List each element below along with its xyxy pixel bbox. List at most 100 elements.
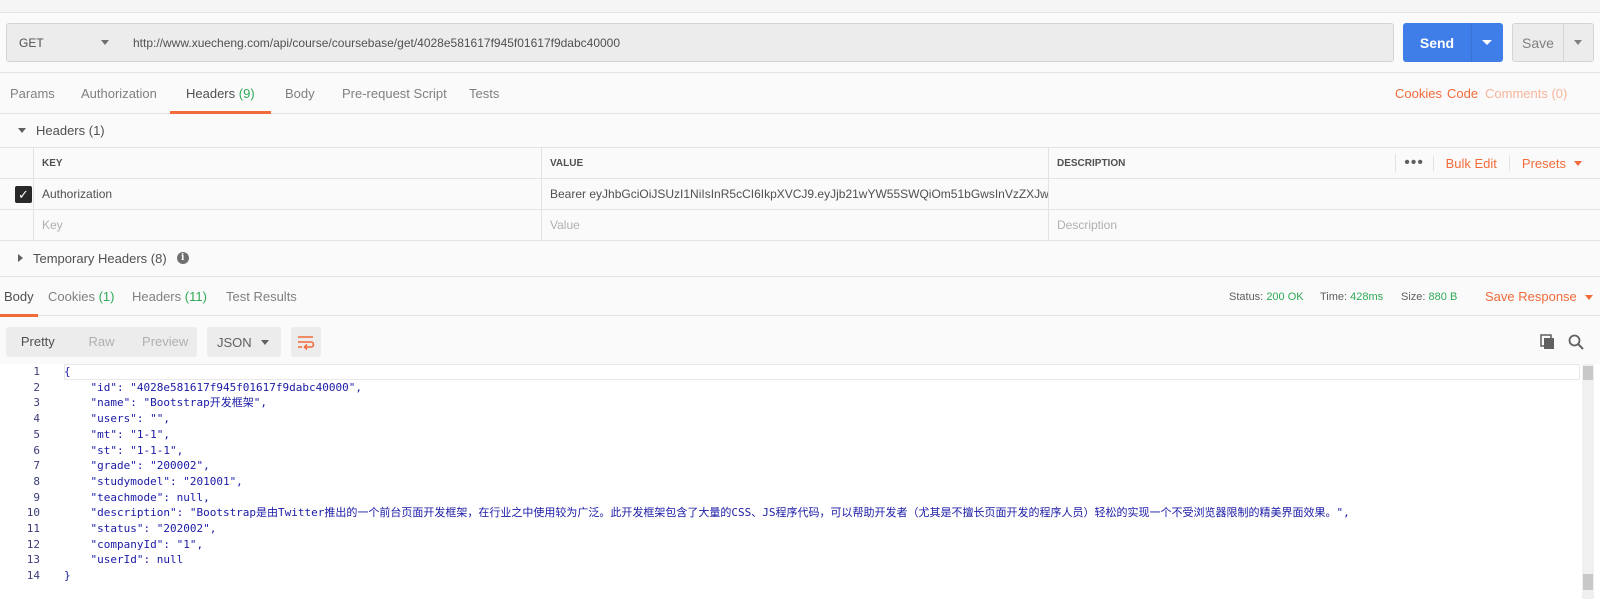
code-line: 9 "teachmode": null, — [0, 490, 1582, 506]
tab-label: Headers — [132, 289, 182, 304]
bulk-edit-link[interactable]: Bulk Edit — [1432, 155, 1509, 171]
comments-link[interactable]: Comments (0) — [1485, 74, 1567, 114]
send-divider — [1471, 23, 1472, 62]
table-row-new: Key Value Description — [0, 210, 1600, 241]
view-preview[interactable]: Preview — [133, 327, 197, 357]
code-text: "teachmode": null, — [64, 490, 210, 504]
line-number: 5 — [33, 427, 40, 441]
code-line: 2 "id": "4028e581617f945f01617f9dabc4000… — [0, 380, 1582, 396]
info-icon[interactable]: i — [176, 252, 189, 264]
tab-test-results[interactable]: Test Results — [226, 277, 297, 316]
new-description-input[interactable]: Description — [1048, 210, 1600, 240]
header-enabled-checkbox[interactable]: ✓ — [15, 186, 32, 203]
code-text: "users": "", — [64, 412, 170, 426]
line-number: 1 — [33, 365, 40, 378]
line-number: 13 — [26, 553, 40, 567]
code-line: 8 "studymodel": "201001", — [0, 474, 1582, 490]
code-line: 10 "description": "Bootstrap是由Twitter推出的… — [0, 505, 1582, 521]
code-text: "userId": null — [64, 553, 184, 567]
header-key-cell[interactable]: Authorization — [33, 179, 542, 209]
chevron-down-icon — [1584, 294, 1593, 300]
tab-response-body[interactable]: Body — [0, 277, 38, 317]
save-divider — [1563, 24, 1564, 61]
tab-label: Pre-request Script — [342, 86, 447, 101]
tab-label: Test Results — [226, 289, 297, 304]
status-label: Status: — [1229, 291, 1264, 303]
chevron-down-icon — [1574, 160, 1582, 166]
response-body-editor[interactable]: 1{2 "id": "4028e581617f945f01617f9dabc40… — [0, 364, 1600, 599]
copy-icon[interactable] — [1540, 334, 1556, 350]
send-button[interactable]: Send — [1403, 23, 1503, 62]
time-readout: Time: 428ms — [1320, 277, 1383, 317]
code-text: "name": "Bootstrap开发框架", — [64, 396, 267, 410]
tab-count: (1) — [98, 289, 115, 304]
tab-count: (11) — [184, 289, 207, 304]
tab-pre-request-script[interactable]: Pre-request Script — [342, 74, 447, 113]
request-tabs: Params Authorization Headers (9) Body Pr… — [0, 74, 1600, 114]
more-options-icon[interactable]: ••• — [1394, 154, 1433, 172]
format-select[interactable]: JSON — [207, 327, 281, 357]
send-options-chevron-icon[interactable] — [1482, 40, 1492, 45]
code-text: "companyId": "1", — [64, 537, 204, 551]
format-label: JSON — [217, 334, 252, 350]
new-value-input[interactable]: Value — [541, 210, 1049, 240]
code-text: } — [64, 569, 71, 583]
status-readout: Status: 200 OK — [1229, 277, 1304, 317]
table-row: ✓ Authorization Bearer eyJhbGciOiJSUzI1N… — [0, 179, 1600, 210]
tab-tests[interactable]: Tests — [469, 74, 499, 113]
time-label: Time: — [1320, 291, 1348, 303]
caret-right-icon — [18, 254, 23, 262]
code-text: "mt": "1-1", — [64, 427, 170, 441]
url-input[interactable]: http://www.xuecheng.com/api/course/cours… — [121, 23, 1394, 62]
tab-response-cookies[interactable]: Cookies (1) — [48, 277, 114, 316]
tab-response-headers[interactable]: Headers (11) — [132, 277, 207, 316]
headers-section-toggle[interactable]: Headers (1) — [0, 114, 1600, 146]
scrollbar[interactable] — [1582, 364, 1594, 599]
code-text: "id": "4028e581617f945f01617f9dabc40000"… — [64, 380, 363, 394]
search-icon[interactable] — [1568, 334, 1584, 350]
presets-dropdown[interactable]: Presets — [1508, 155, 1600, 171]
method-select[interactable]: GET — [6, 23, 122, 62]
line-number: 8 — [33, 474, 40, 488]
temporary-headers-toggle[interactable]: Temporary Headers (8) i — [0, 242, 1600, 274]
size-readout: Size: 880 B — [1401, 277, 1457, 317]
column-description: DESCRIPTION — [1048, 148, 1380, 178]
line-number: 9 — [33, 490, 40, 504]
tab-headers[interactable]: Headers (9) — [170, 74, 271, 114]
code-link[interactable]: Code — [1447, 74, 1478, 114]
tab-body[interactable]: Body — [285, 74, 315, 113]
chevron-down-icon — [261, 340, 269, 345]
code-text: "status": "202002", — [64, 522, 217, 535]
header-description-cell[interactable] — [1048, 179, 1600, 209]
scrollbar-thumb-bottom[interactable] — [1583, 574, 1593, 590]
wrap-lines-icon — [298, 336, 315, 350]
save-options-chevron-icon[interactable] — [1574, 40, 1582, 45]
save-response-dropdown[interactable]: Save Response — [1485, 277, 1593, 317]
line-number: 11 — [26, 522, 40, 535]
code-line: 3 "name": "Bootstrap开发框架", — [0, 395, 1582, 411]
method-label: GET — [19, 35, 44, 50]
line-number: 2 — [33, 380, 40, 394]
save-response-label: Save Response — [1485, 289, 1577, 304]
view-pretty[interactable]: Pretty — [6, 327, 70, 357]
header-value-cell[interactable]: Bearer eyJhbGciOiJSUzI1NiIsInR5cCI6IkpXV… — [541, 179, 1049, 209]
temporary-headers-title: Temporary Headers (8) — [33, 250, 167, 266]
line-number: 4 — [33, 412, 40, 426]
line-number: 7 — [33, 459, 40, 473]
view-raw[interactable]: Raw — [70, 327, 134, 357]
save-button[interactable]: Save — [1512, 23, 1594, 62]
wrap-lines-button[interactable] — [291, 327, 321, 357]
code-text: "studymodel": "201001", — [64, 474, 243, 488]
code-text: "grade": "200002", — [64, 459, 210, 473]
response-tabs: Body Cookies (1) Headers (11) Test Resul… — [0, 276, 1600, 317]
headers-section-title: Headers (1) — [36, 122, 105, 138]
tab-params[interactable]: Params — [10, 74, 55, 113]
send-label: Send — [1419, 34, 1455, 51]
tab-label: Body — [285, 86, 315, 101]
new-key-input[interactable]: Key — [33, 210, 542, 240]
cookies-link[interactable]: Cookies — [1395, 74, 1442, 114]
scrollbar-thumb[interactable] — [1583, 366, 1593, 380]
tab-authorization[interactable]: Authorization — [81, 74, 157, 113]
request-url-bar: GET http://www.xuecheng.com/api/course/c… — [0, 13, 1600, 73]
tab-label: Params — [10, 86, 55, 101]
